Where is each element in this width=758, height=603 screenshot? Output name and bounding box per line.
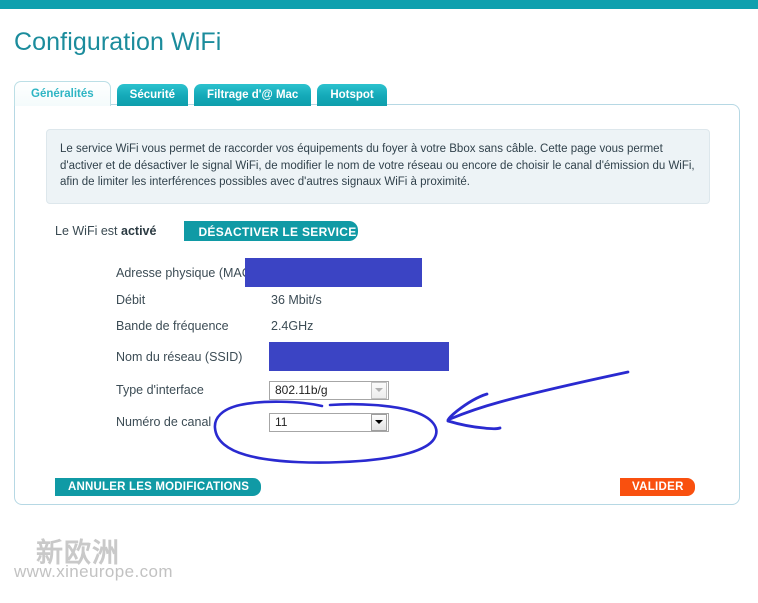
tab-strip: Généralités Sécurité Filtrage d'@ Mac Ho… <box>14 81 393 106</box>
chevron-down-icon <box>371 381 387 399</box>
tab-generalites[interactable]: Généralités <box>14 81 111 106</box>
form-row-mac-address: Adresse physique (MAC) <box>15 257 739 288</box>
tab-securite[interactable]: Sécurité <box>116 84 189 106</box>
label-frequency-band: Bande de fréquence <box>116 319 229 333</box>
interface-type-select[interactable]: 802.11b/g <box>269 380 389 400</box>
form-row-interface-type: Type d'interface 802.11b/g <box>15 373 739 407</box>
page-title: Configuration WiFi <box>14 28 222 56</box>
form-row-frequency-band: Bande de fréquence 2.4GHz <box>15 312 739 340</box>
value-frequency-band: 2.4GHz <box>271 319 314 333</box>
label-channel-number: Numéro de canal <box>116 415 212 429</box>
label-ssid: Nom du réseau (SSID) <box>116 349 243 364</box>
form-row-debit: Débit 36 Mbit/s <box>15 288 739 312</box>
form-row-ssid: Nom du réseau (SSID) <box>15 340 739 373</box>
label-interface-type: Type d'interface <box>116 383 204 397</box>
wifi-status-row: Le WiFi est activé DÉSACTIVER LE SERVICE <box>55 221 359 241</box>
watermark: 新欧洲 www.xineurope.com <box>14 540 173 582</box>
watermark-url-text: www.xineurope.com <box>14 562 173 581</box>
top-accent-bar <box>0 0 758 9</box>
deactivate-service-button[interactable]: DÉSACTIVER LE SERVICE <box>184 221 359 241</box>
content-panel: Le service WiFi vous permet de raccorder… <box>14 104 740 505</box>
channel-number-selected-value: 11 <box>275 415 288 429</box>
validate-button[interactable]: VALIDER <box>620 478 695 496</box>
redacted-mac-address-value <box>245 258 422 287</box>
info-message: Le service WiFi vous permet de raccorder… <box>46 129 710 204</box>
value-debit: 36 Mbit/s <box>271 293 322 307</box>
wifi-status-label: Le WiFi est activé <box>55 224 156 238</box>
redacted-ssid-value[interactable] <box>269 342 449 371</box>
wifi-status-value: activé <box>121 224 157 238</box>
cancel-changes-button[interactable]: ANNULER LES MODIFICATIONS <box>55 478 262 496</box>
chevron-down-icon <box>371 413 387 431</box>
wifi-status-prefix: Le WiFi est <box>55 224 121 238</box>
label-debit: Débit <box>116 293 146 307</box>
form-row-channel: Numéro de canal 11 <box>15 407 739 437</box>
wifi-settings-form: Adresse physique (MAC) Débit 36 Mbit/s B… <box>15 257 739 437</box>
tab-hotspot[interactable]: Hotspot <box>317 84 387 106</box>
channel-number-select[interactable]: 11 <box>269 412 389 432</box>
tab-filtrage-mac[interactable]: Filtrage d'@ Mac <box>194 84 312 106</box>
interface-type-selected-value: 802.11b/g <box>275 383 328 397</box>
